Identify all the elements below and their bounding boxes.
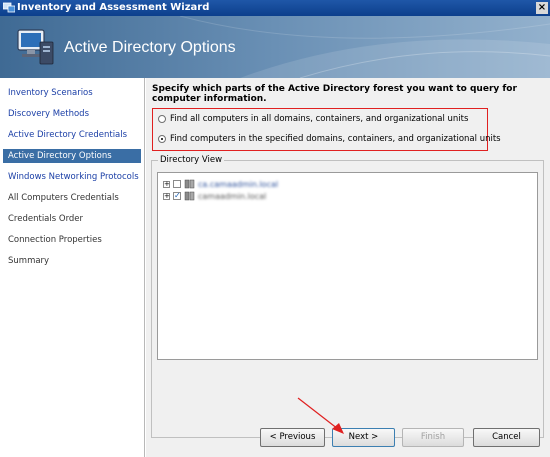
nav-item-connection-properties: Connection Properties	[8, 235, 102, 245]
nav-item-inventory-scenarios[interactable]: Inventory Scenarios	[8, 88, 93, 98]
expand-icon[interactable]: +	[163, 180, 170, 188]
tree-node[interactable]: + ca.camaadmin.local	[163, 179, 278, 189]
directory-view-legend: Directory View	[158, 155, 225, 165]
node-label: camaadmin.local	[198, 191, 267, 201]
directory-computer-icon	[17, 29, 54, 65]
nav-item-summary: Summary	[8, 256, 50, 266]
domain-icon	[184, 191, 195, 201]
content-panel: Specify which parts of the Active Direct…	[146, 78, 550, 457]
node-label: ca.camaadmin.local	[198, 179, 279, 189]
option-all-computers[interactable]: Find all computers in all domains, conta…	[158, 114, 468, 124]
node-checkbox[interactable]	[173, 180, 181, 188]
close-button[interactable]: ×	[536, 2, 548, 14]
window-title: Inventory and Assessment Wizard	[17, 2, 210, 13]
node-checkbox-checked[interactable]: ✓	[173, 192, 181, 200]
domain-icon	[184, 179, 195, 189]
wizard-banner: Active Directory Options	[0, 16, 550, 78]
wizard-step-nav: Inventory Scenarios Discovery Methods Ac…	[0, 78, 145, 457]
nav-item-windows-networking[interactable]: Windows Networking Protocols	[8, 172, 139, 182]
directory-tree[interactable]: + ca.camaadmin.local + ✓ camaadmin.local	[157, 172, 538, 360]
finish-button: Finish	[402, 428, 464, 447]
option-specified-computers[interactable]: Find computers in the specified domains,…	[158, 134, 501, 144]
option-specified-computers-label: Find computers in the specified domains,…	[170, 134, 501, 144]
option-all-computers-label: Find all computers in all domains, conta…	[170, 114, 469, 124]
title-bar: Inventory and Assessment Wizard ×	[0, 0, 550, 16]
page-title: Active Directory Options	[64, 39, 236, 56]
nav-item-ad-options[interactable]: Active Directory Options	[3, 149, 141, 163]
tree-node[interactable]: + ✓ camaadmin.local	[163, 191, 266, 201]
nav-item-ad-credentials[interactable]: Active Directory Credentials	[8, 130, 127, 140]
nav-item-all-computers-credentials: All Computers Credentials	[8, 193, 119, 203]
annotation-arrow	[297, 397, 344, 434]
nav-item-credentials-order: Credentials Order	[8, 214, 84, 224]
radio-specified-computers[interactable]	[158, 135, 166, 143]
nav-item-discovery-methods[interactable]: Discovery Methods	[8, 109, 89, 119]
question-text: Specify which parts of the Active Direct…	[152, 84, 517, 104]
radio-all-computers[interactable]	[158, 115, 166, 123]
wizard-app-icon	[3, 2, 15, 13]
scope-options-highlight: Find all computers in all domains, conta…	[152, 108, 501, 151]
cancel-button[interactable]: Cancel	[473, 428, 540, 447]
expand-icon[interactable]: +	[163, 192, 170, 200]
